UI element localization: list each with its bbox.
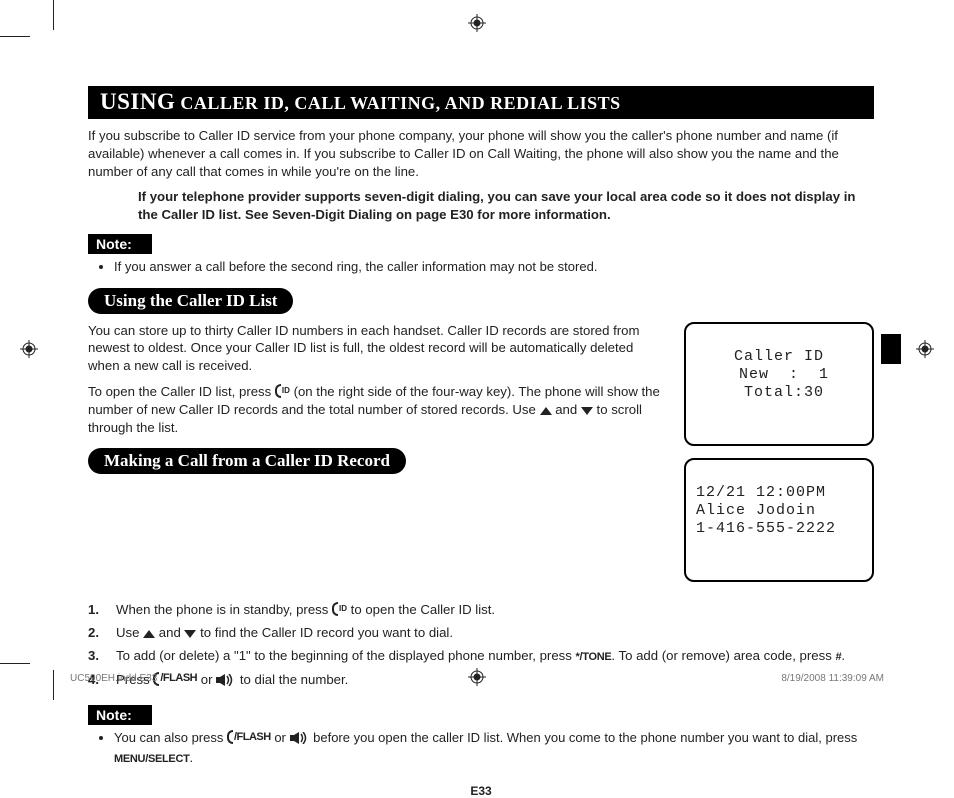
text: To open the Caller ID list, press — [88, 384, 275, 399]
flash-key-icon: /FLASH — [153, 671, 197, 687]
text: . To add (or remove) area code, press — [611, 648, 835, 663]
text: When the phone is in standby, press — [116, 602, 332, 617]
text: or — [271, 730, 290, 745]
registration-mark-icon — [468, 14, 486, 32]
caller-id-key-icon: ID — [332, 602, 347, 616]
step-text: When the phone is in standby, press ID t… — [116, 600, 495, 619]
flash-key-icon: /FLASH — [227, 730, 271, 745]
text: to open the Caller ID list. — [347, 602, 495, 617]
crop-mark — [53, 0, 54, 30]
registration-mark-icon — [916, 340, 934, 358]
sec1-p1: You can store up to thirty Caller ID num… — [88, 322, 664, 375]
registration-mark-icon — [20, 340, 38, 358]
note-label: Note: — [88, 234, 152, 254]
text: to dial the number. — [236, 672, 348, 687]
crop-mark — [53, 670, 54, 700]
text: . — [190, 750, 194, 765]
up-arrow-icon — [540, 407, 552, 415]
note-item: If you answer a call before the second r… — [114, 258, 874, 276]
lcd-line: Total:30 — [696, 384, 862, 402]
lcd-line: New : 1 — [696, 366, 862, 384]
text: and — [155, 625, 184, 640]
lcd-display-record: 12/21 12:00PMAlice Jodoin1-416-555-2222 — [684, 458, 874, 582]
step-number: 3 — [88, 646, 106, 666]
step-text: Use and to find the Caller ID record you… — [116, 623, 453, 642]
caller-id-key-icon: ID — [275, 384, 290, 398]
lcd-line: 12/21 12:00PM — [696, 484, 862, 502]
lcd-display-summary: Caller ID New : 1 Total:30 — [684, 322, 874, 446]
note-list: You can also press /FLASH or before you … — [114, 729, 874, 766]
crop-mark — [0, 663, 30, 664]
text: Use — [116, 625, 143, 640]
title-big: USING — [100, 89, 175, 114]
note-list: If you answer a call before the second r… — [114, 258, 874, 276]
down-arrow-icon — [581, 407, 593, 415]
note-label: Note: — [88, 705, 152, 725]
text: You can also press — [114, 730, 227, 745]
step-text: To add (or delete) a "1" to the beginnin… — [116, 646, 845, 666]
two-column-section: You can store up to thirty Caller ID num… — [88, 322, 874, 594]
speaker-icon — [216, 672, 236, 691]
page-number: E33 — [88, 784, 874, 798]
note-item: You can also press /FLASH or before you … — [114, 729, 874, 766]
speaker-icon — [290, 731, 310, 749]
text: . — [841, 648, 845, 663]
side-tab — [881, 334, 901, 364]
step-2: 2 Use and to find the Caller ID record y… — [88, 623, 874, 642]
step-number: 1 — [88, 600, 106, 619]
lcd-line: Caller ID — [696, 348, 862, 366]
key-label: MENU/SELECT — [114, 753, 190, 765]
lcd-line: Alice Jodoin — [696, 502, 862, 520]
text: and — [552, 402, 581, 417]
page-content: USING CALLER ID, CALL WAITING, AND REDIA… — [88, 86, 874, 798]
crop-mark — [0, 36, 30, 37]
steps-list: 1 When the phone is in standby, press ID… — [88, 600, 874, 691]
key-label: */TONE — [576, 651, 612, 663]
section-heading-make-call: Making a Call from a Caller ID Record — [88, 448, 406, 474]
title-rest: CALLER ID, CALL WAITING, AND REDIAL LIST… — [175, 93, 620, 113]
intro-bold-note: If your telephone provider supports seve… — [138, 188, 864, 224]
lcd-line: 1-416-555-2222 — [696, 520, 862, 538]
page-title-bar: USING CALLER ID, CALL WAITING, AND REDIA… — [88, 86, 874, 119]
step-1: 1 When the phone is in standby, press ID… — [88, 600, 874, 619]
sec1-p2: To open the Caller ID list, press ID (on… — [88, 383, 664, 436]
text: or — [197, 672, 216, 687]
column-left: You can store up to thirty Caller ID num… — [88, 322, 664, 594]
column-right: Caller ID New : 1 Total:30 12/21 12:00PM… — [684, 322, 874, 594]
page: USING CALLER ID, CALL WAITING, AND REDIA… — [0, 0, 954, 700]
intro-paragraph: If you subscribe to Caller ID service fr… — [88, 127, 874, 180]
step-4: 4 Press /FLASH or to dial the number. — [88, 670, 874, 691]
text: before you open the caller ID list. When… — [310, 730, 858, 745]
step-3: 3 To add (or delete) a "1" to the beginn… — [88, 646, 874, 666]
text: to find the Caller ID record you want to… — [196, 625, 453, 640]
up-arrow-icon — [143, 630, 155, 638]
footer-right: 8/19/2008 11:39:09 AM — [781, 673, 884, 684]
down-arrow-icon — [184, 630, 196, 638]
section-heading-caller-id-list: Using the Caller ID List — [88, 288, 293, 314]
footer-left: UC590EH.indd E33 — [70, 673, 157, 684]
text: To add (or delete) a "1" to the beginnin… — [116, 648, 576, 663]
step-number: 2 — [88, 623, 106, 642]
